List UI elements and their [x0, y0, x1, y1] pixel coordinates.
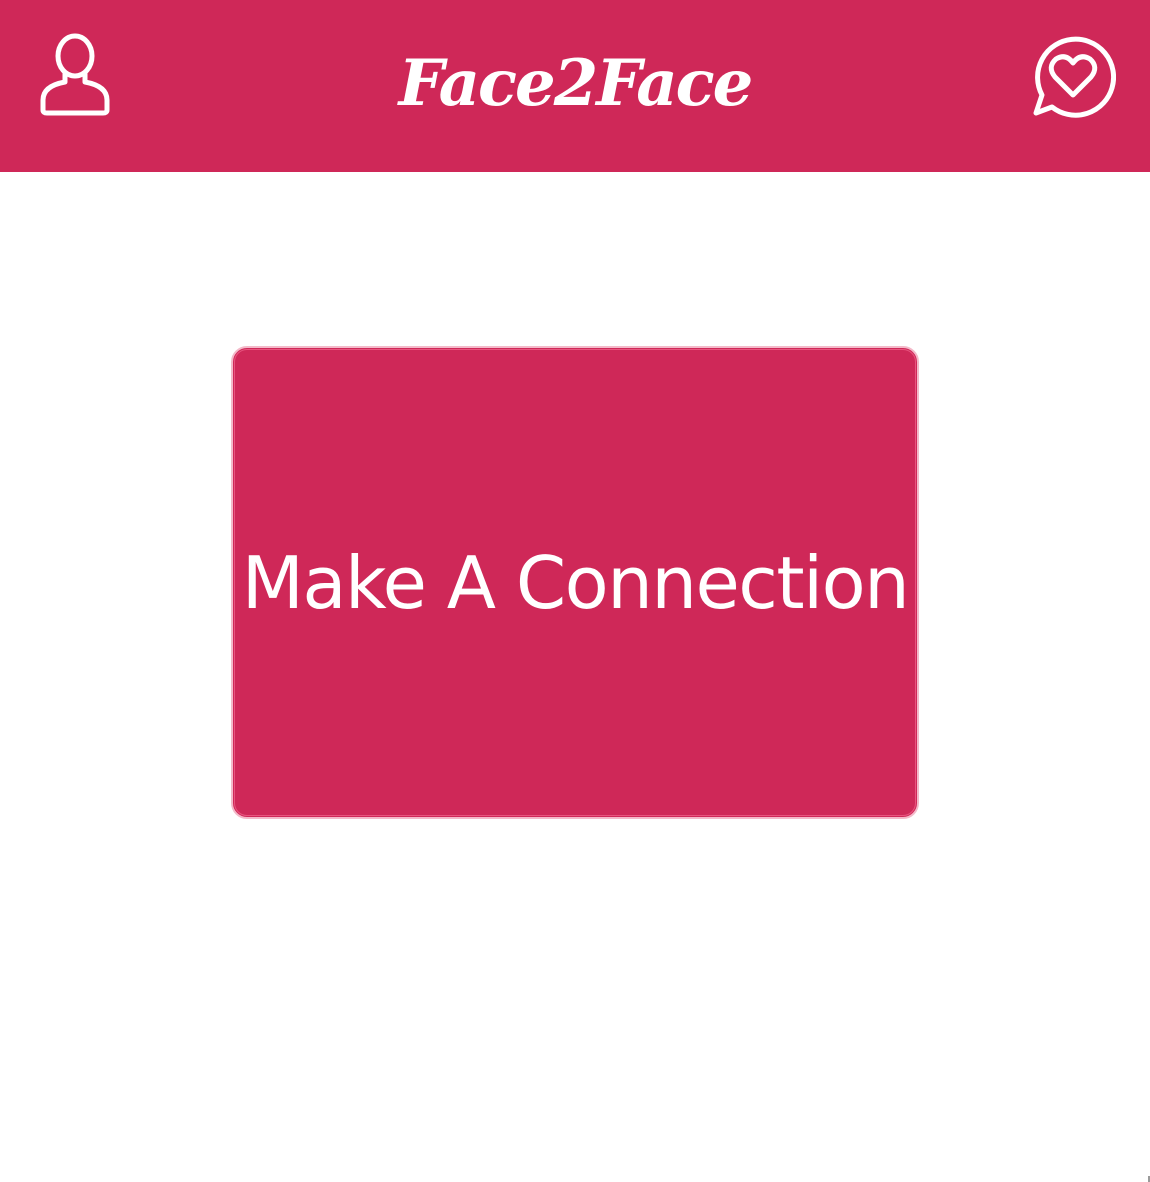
- matches-button[interactable]: [1030, 30, 1116, 122]
- app-header: Face2Face: [0, 0, 1150, 172]
- app-title: Face2Face: [398, 46, 754, 121]
- heart-chat-icon: [1033, 36, 1116, 118]
- make-connection-button[interactable]: Make A Connection: [231, 346, 919, 819]
- main-content: Make A Connection: [0, 172, 1150, 1182]
